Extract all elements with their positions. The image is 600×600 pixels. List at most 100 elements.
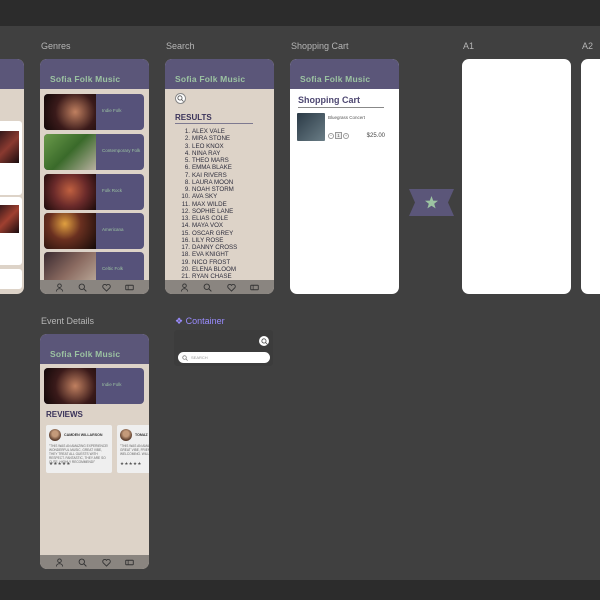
result-item[interactable]: 8. LAURA MOON [177, 179, 237, 186]
event-card[interactable] [0, 121, 22, 195]
genre-label: Americana [102, 227, 124, 232]
genre-label: Celtic Folk [102, 266, 124, 271]
result-item[interactable]: 9. NOAH STORM [177, 186, 237, 193]
result-number: 1. [184, 128, 190, 135]
search-icon[interactable] [175, 93, 186, 104]
frame-partial-left[interactable]: Sofia Folk Music [0, 59, 24, 294]
result-item[interactable]: 1. ALEX VALE [177, 128, 237, 135]
genre-label: Indie Folk [102, 382, 122, 387]
search-icon[interactable] [201, 282, 215, 292]
reviews-title: REVIEWS [46, 410, 83, 419]
app-title: Sofia Folk Music [300, 74, 371, 84]
result-name: RYAN CHASE [192, 273, 232, 280]
cart-item-image [297, 113, 325, 141]
results-divider [175, 123, 253, 124]
user-icon[interactable] [178, 282, 192, 292]
result-name: LILY ROSE [192, 236, 224, 244]
result-item[interactable]: 10. AVA SKY [177, 193, 237, 200]
frame-event-details[interactable]: Sofia Folk Music Indie Folk REVIEWS CAMD… [40, 334, 149, 569]
result-item[interactable]: 3. LEO KNOX [177, 143, 237, 150]
genre-card-americana[interactable]: Americana [44, 213, 144, 249]
bottom-toolbar [0, 580, 600, 600]
result-item[interactable]: 16. LILY ROSE [177, 237, 237, 244]
result-item[interactable]: 6. EMMA BLAKE [177, 164, 237, 171]
result-number: 5. [184, 157, 190, 164]
result-number: 6. [184, 164, 190, 172]
ticket-icon[interactable] [122, 282, 136, 292]
genre-image [44, 174, 96, 210]
genre-card-folk-rock[interactable]: Folk Rock [44, 174, 144, 210]
search-icon[interactable] [259, 336, 269, 346]
heart-icon[interactable] [224, 282, 238, 292]
event-card[interactable] [0, 197, 22, 265]
avatar [120, 429, 132, 441]
review-text: "THIS WAS AN AMAZING EXPERIENCE! GREAT V… [120, 444, 149, 456]
event-card-image [0, 131, 19, 163]
result-name: OSCAR GREY [192, 229, 234, 237]
result-number: 11. [181, 200, 190, 208]
result-name: AVA SKY [192, 193, 218, 201]
search-icon[interactable] [76, 557, 90, 567]
result-item[interactable]: 13. ELIAS COLE [177, 215, 237, 222]
minus-icon[interactable]: − [328, 132, 334, 139]
event-genre-card[interactable]: Indie Folk [44, 368, 144, 404]
result-name: KAI RIVERS [192, 171, 227, 179]
result-item[interactable]: 11. MAX WILDE [177, 201, 237, 208]
result-item[interactable]: 19. NICO FROST [177, 259, 237, 266]
search-input[interactable]: SEARCH [178, 352, 270, 363]
frame-genres[interactable]: Sofia Folk Music Indie Folk Contemporary… [40, 59, 149, 294]
frame-a1[interactable] [462, 59, 571, 294]
genre-image [44, 368, 96, 404]
heart-icon[interactable] [99, 557, 113, 567]
component-instance[interactable] [409, 189, 454, 216]
user-icon[interactable] [53, 282, 67, 292]
frame-label-genres: Genres [41, 41, 71, 51]
plus-icon[interactable]: + [343, 132, 349, 139]
result-item[interactable]: 12. SOPHIE LANE [177, 208, 237, 215]
frame-label-search: Search [166, 41, 195, 51]
event-card[interactable] [0, 269, 22, 289]
result-number: 10. [181, 193, 190, 201]
app-title: Sofia Folk Music [175, 74, 246, 84]
frame-search[interactable]: Sofia Folk Music RESULTS 1. ALEX VALE 2. MI… [165, 59, 274, 294]
avatar [49, 429, 61, 441]
result-item[interactable]: 2. MIRA STONE [177, 135, 237, 142]
frame-shopping-cart[interactable]: Sofia Folk Music Shopping Cart Bluegrass… [290, 59, 399, 294]
ticket-icon[interactable] [247, 282, 261, 292]
genre-image [44, 94, 96, 130]
result-number: 14. [181, 222, 190, 230]
cart-item-price: $25.00 [366, 133, 385, 139]
result-item[interactable]: 14. MAYA VOX [177, 222, 237, 229]
result-number: 4. [184, 149, 190, 157]
user-icon[interactable] [53, 557, 67, 567]
result-item[interactable]: 4. NINA RAY [177, 150, 237, 157]
ticket-icon[interactable] [122, 557, 136, 567]
genre-card-indie-folk[interactable]: Indie Folk [44, 94, 144, 130]
result-item[interactable]: 18. EVA KNIGHT [177, 251, 237, 258]
search-icon [182, 354, 188, 361]
app-title: Sofia Folk Music [50, 74, 121, 84]
heart-icon[interactable] [99, 282, 113, 292]
result-name: SOPHIE LANE [192, 207, 234, 215]
design-canvas[interactable]: Sofia Folk Music Genres Sofia Folk Music… [0, 26, 600, 580]
reviewer-name: TOMAZ [135, 433, 148, 437]
container-component[interactable]: SEARCH [174, 330, 273, 366]
app-header: Sofia Folk Music [0, 59, 24, 89]
quantity-value[interactable]: 1 [335, 132, 342, 139]
result-item[interactable]: 7. KAI RIVERS [177, 172, 237, 179]
genre-image [44, 134, 96, 170]
result-item[interactable]: 17. DANNY CROSS [177, 244, 237, 251]
review-card: TOMAZ "THIS WAS AN AMAZING EXPERIENCE! G… [117, 425, 149, 473]
result-item[interactable]: 15. OSCAR GREY [177, 230, 237, 237]
search-icon[interactable] [76, 282, 90, 292]
event-card-image [0, 205, 19, 233]
frame-a2[interactable] [581, 59, 600, 294]
result-item[interactable]: 5. THEO MARS [177, 157, 237, 164]
app-header: Sofia Folk Music [40, 334, 149, 364]
review-rating: ★★★★★ [49, 461, 71, 466]
genre-card-contemporary-folk[interactable]: Contemporary Folk [44, 134, 144, 170]
genre-label: Contemporary Folk [102, 148, 141, 153]
result-item[interactable]: 20. ELENA BLOOM [177, 266, 237, 273]
result-number: 16. [181, 236, 190, 244]
frame-label-event-details: Event Details [41, 316, 95, 326]
